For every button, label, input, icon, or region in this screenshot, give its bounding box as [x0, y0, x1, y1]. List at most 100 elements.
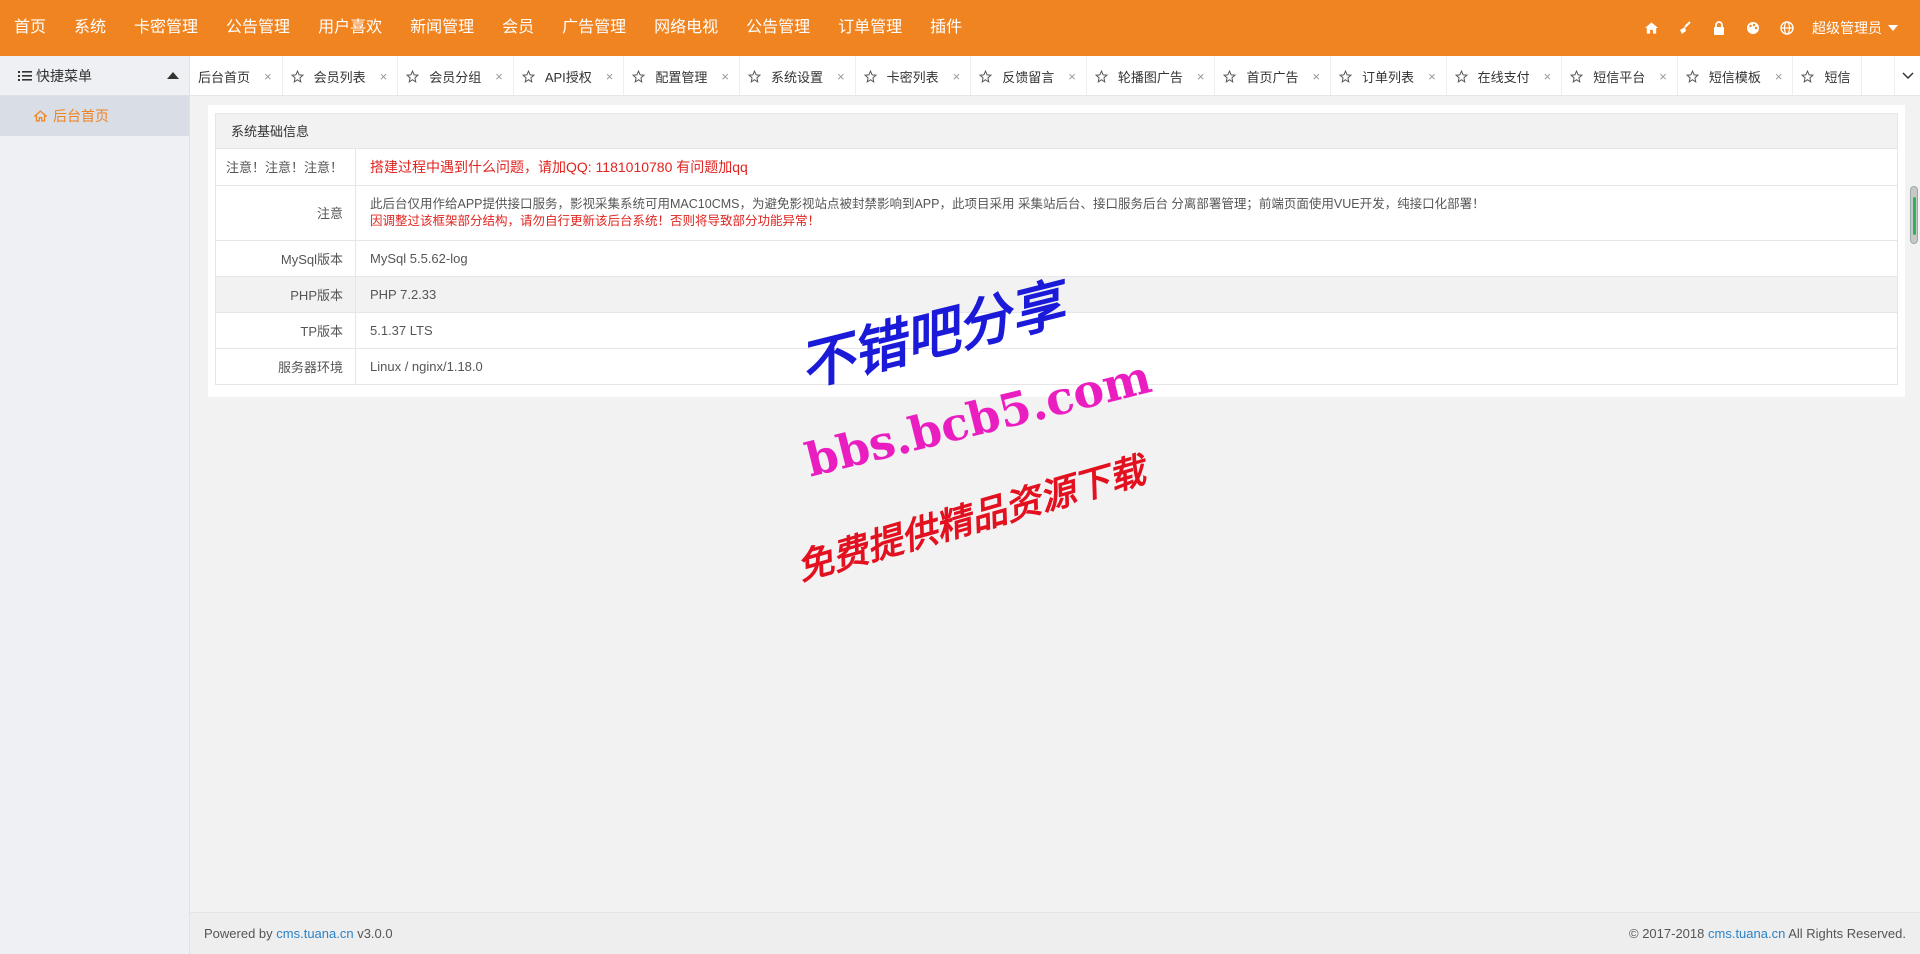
table-row: 注意 此后台仅用作给APP提供接口服务，影视采集系统可用MAC10CMS，为避免… — [215, 185, 1898, 241]
tab-label: 会员分组 — [429, 69, 482, 85]
copyright-link[interactable]: cms.tuana.cn — [1708, 926, 1785, 941]
powered-link[interactable]: cms.tuana.cn — [276, 926, 353, 941]
tab-feedback[interactable]: 反馈留言 × — [971, 56, 1087, 95]
top-nav: 首页 系统 卡密管理 公告管理 用户喜欢 新闻管理 会员 广告管理 网络电视 公… — [0, 0, 976, 56]
star-icon — [748, 69, 761, 83]
row-value: PHP 7.2.33 — [355, 276, 1898, 313]
sidebar-title: 快捷菜单 — [36, 67, 92, 84]
star-icon — [1801, 69, 1815, 83]
close-icon[interactable]: × — [1197, 69, 1205, 84]
tab-config-management[interactable]: 配置管理 × — [624, 56, 740, 95]
tab-card-list[interactable]: 卡密列表 × — [856, 56, 972, 95]
scrollbar-thumb[interactable] — [1910, 186, 1918, 244]
close-icon[interactable]: × — [495, 69, 503, 84]
nav-home[interactable]: 首页 — [0, 0, 60, 56]
tab-label: 短信 — [1824, 69, 1851, 85]
tab-label: 轮播图广告 — [1117, 69, 1183, 85]
star-icon — [1454, 69, 1468, 83]
tab-dashboard[interactable]: 后台首页 × — [190, 56, 283, 95]
note-line: 此后台仅用作给APP提供接口服务，影视采集系统可用MAC10CMS，为避免影视站… — [370, 196, 1485, 211]
tab-sms-templates[interactable]: 短信模板 × — [1678, 56, 1794, 95]
star-icon — [1570, 69, 1584, 83]
nav-members[interactable]: 会员 — [488, 0, 548, 56]
close-icon[interactable]: × — [1312, 69, 1320, 84]
palette-icon[interactable] — [1736, 0, 1770, 56]
close-icon[interactable]: × — [1068, 69, 1076, 84]
close-icon[interactable]: × — [953, 69, 961, 84]
star-icon — [863, 69, 877, 83]
lock-icon[interactable] — [1702, 0, 1736, 56]
nav-order-management[interactable]: 订单管理 — [824, 0, 916, 56]
sidebar-item-dashboard[interactable]: 后台首页 — [0, 96, 189, 136]
tab-label: 配置管理 — [655, 69, 708, 85]
tab-api-auth[interactable]: API授权 × — [514, 56, 625, 95]
tab-more-button[interactable] — [1894, 56, 1920, 95]
note-key: 注意 — [215, 185, 356, 241]
star-icon — [1685, 69, 1699, 83]
tab-carousel-ads[interactable]: 轮播图广告 × — [1087, 56, 1216, 95]
main-content: 系统基础信息 注意！注意！注意！ 搭建过程中遇到什么问题，请加QQ: 11810… — [190, 97, 1920, 912]
caret-up-icon — [167, 72, 179, 79]
close-icon[interactable]: × — [837, 69, 845, 84]
nav-card-management[interactable]: 卡密管理 — [120, 0, 212, 56]
sidebar-quick-menu[interactable]: 快捷菜单 — [0, 56, 189, 96]
home-icon[interactable] — [1634, 0, 1668, 56]
nav-user-favorites[interactable]: 用户喜欢 — [304, 0, 396, 56]
tab-online-payment[interactable]: 在线支付 × — [1447, 56, 1563, 95]
footer-powered: Powered by cms.tuana.cn v3.0.0 — [204, 926, 393, 941]
star-icon — [521, 69, 535, 83]
nav-announcement-management[interactable]: 公告管理 — [212, 0, 304, 56]
table-row: 服务器环境 Linux / nginx/1.18.0 — [215, 348, 1898, 385]
admin-menu[interactable]: 超级管理员 — [1812, 18, 1898, 38]
tab-home-ads[interactable]: 首页广告 × — [1215, 56, 1332, 95]
close-icon[interactable]: × — [1659, 69, 1667, 84]
tab-member-list[interactable]: 会员列表 × — [283, 56, 399, 95]
broom-icon[interactable] — [1668, 0, 1702, 56]
copyright-prefix: © 2017-2018 — [1629, 926, 1708, 941]
tab-sms-truncated[interactable]: 短信 — [1793, 56, 1862, 95]
nav-network-tv[interactable]: 网络电视 — [640, 0, 732, 56]
star-icon — [1223, 69, 1237, 83]
nav-news-management[interactable]: 新闻管理 — [396, 0, 488, 56]
row-key: PHP版本 — [215, 276, 356, 313]
notice-value: 搭建过程中遇到什么问题，请加QQ: 1181010780 有问题加qq — [355, 149, 1898, 186]
chevron-down-icon — [1901, 72, 1914, 80]
row-key: 服务器环境 — [215, 348, 356, 385]
note-value: 此后台仅用作给APP提供接口服务，影视采集系统可用MAC10CMS，为避免影视站… — [355, 185, 1898, 241]
table-row: 注意！注意！注意！ 搭建过程中遇到什么问题，请加QQ: 1181010780 有… — [215, 149, 1898, 186]
close-icon[interactable]: × — [721, 69, 729, 84]
tab-order-list[interactable]: 订单列表 × — [1331, 56, 1447, 95]
tab-member-groups[interactable]: 会员分组 × — [398, 56, 514, 95]
close-icon[interactable]: × — [380, 69, 388, 84]
tab-bar: 后台首页 × 会员列表 × 会员分组 × API授权 × 配置管理 × 系统设置 × 卡密… — [190, 56, 1920, 96]
close-icon[interactable]: × — [1428, 69, 1436, 84]
row-value: 5.1.37 LTS — [355, 312, 1898, 349]
scrollbar-indicator — [1913, 197, 1916, 235]
close-icon[interactable]: × — [264, 69, 272, 84]
header-tools: 超级管理员 — [1634, 0, 1898, 56]
close-icon[interactable]: × — [606, 69, 614, 84]
row-value: MySql 5.5.62-log — [355, 240, 1898, 277]
tab-system-settings[interactable]: 系统设置 × — [740, 56, 856, 95]
close-icon[interactable]: × — [1775, 69, 1783, 84]
row-key: MySql版本 — [215, 240, 356, 277]
star-icon — [632, 69, 646, 83]
chevron-down-icon — [1888, 25, 1898, 31]
tab-label: 订单列表 — [1362, 69, 1415, 85]
table-row: TP版本 5.1.37 LTS — [215, 312, 1898, 349]
nav-announcement-management-2[interactable]: 公告管理 — [732, 0, 824, 56]
nav-plugins[interactable]: 插件 — [916, 0, 976, 56]
top-header: 首页 系统 卡密管理 公告管理 用户喜欢 新闻管理 会员 广告管理 网络电视 公… — [0, 0, 1920, 56]
globe-icon[interactable] — [1770, 0, 1804, 56]
panel-title: 系统基础信息 — [215, 113, 1898, 149]
tab-label: 后台首页 — [198, 69, 251, 85]
sidebar-item-label: 后台首页 — [53, 108, 109, 124]
close-icon[interactable]: × — [1544, 69, 1552, 84]
row-key: TP版本 — [215, 312, 356, 349]
tab-sms-platform[interactable]: 短信平台 × — [1562, 56, 1678, 95]
system-info-panel: 系统基础信息 注意！注意！注意！ 搭建过程中遇到什么问题，请加QQ: 11810… — [208, 105, 1905, 397]
nav-system[interactable]: 系统 — [60, 0, 120, 56]
tab-label: 短信平台 — [1593, 69, 1646, 85]
nav-ad-management[interactable]: 广告管理 — [548, 0, 640, 56]
tab-label: 短信模板 — [1708, 69, 1761, 85]
